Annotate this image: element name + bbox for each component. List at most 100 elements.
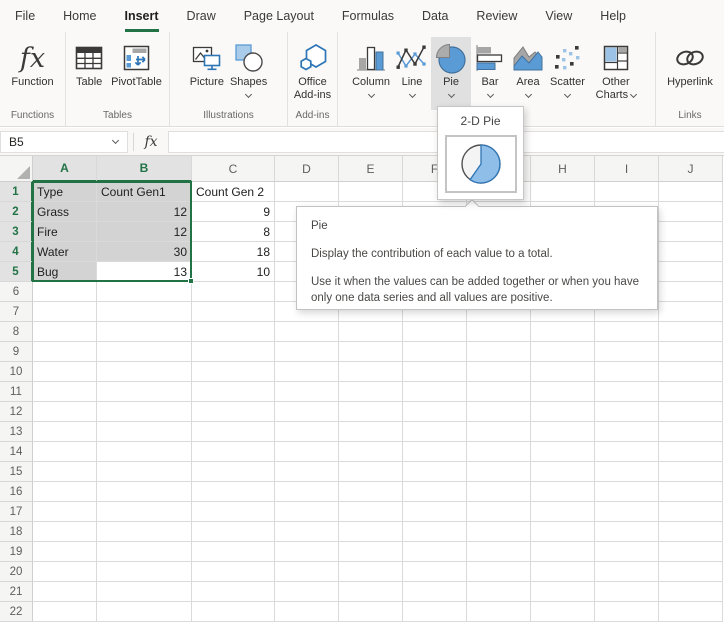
column-header-D[interactable]: D [275, 156, 339, 182]
row-header-10[interactable]: 10 [0, 362, 33, 382]
row-header-16[interactable]: 16 [0, 482, 33, 502]
cell-I21[interactable] [595, 582, 659, 602]
cell-G11[interactable] [467, 382, 531, 402]
cell-F17[interactable] [403, 502, 467, 522]
cell-H13[interactable] [531, 422, 595, 442]
cell-D20[interactable] [275, 562, 339, 582]
cell-D17[interactable] [275, 502, 339, 522]
cell-A8[interactable] [33, 322, 97, 342]
tab-insert[interactable]: Insert [125, 0, 159, 32]
cell-E21[interactable] [339, 582, 403, 602]
cell-F18[interactable] [403, 522, 467, 542]
cell-H14[interactable] [531, 442, 595, 462]
cell-B14[interactable] [97, 442, 192, 462]
row-header-8[interactable]: 8 [0, 322, 33, 342]
cell-C2[interactable]: 9 [192, 202, 275, 222]
cell-B9[interactable] [97, 342, 192, 362]
cell-B1[interactable]: Count Gen1 [97, 182, 192, 202]
cell-A17[interactable] [33, 502, 97, 522]
cell-J6[interactable] [659, 282, 723, 302]
cell-C1[interactable]: Count Gen 2 [192, 182, 275, 202]
cell-C12[interactable] [192, 402, 275, 422]
cell-C6[interactable] [192, 282, 275, 302]
cell-F10[interactable] [403, 362, 467, 382]
cell-E22[interactable] [339, 602, 403, 622]
cell-F20[interactable] [403, 562, 467, 582]
cell-D12[interactable] [275, 402, 339, 422]
column-chart-button[interactable]: Column [349, 37, 393, 98]
cell-H20[interactable] [531, 562, 595, 582]
cell-B15[interactable] [97, 462, 192, 482]
row-header-2[interactable]: 2 [0, 202, 33, 222]
cell-I8[interactable] [595, 322, 659, 342]
cell-F13[interactable] [403, 422, 467, 442]
shapes-button[interactable]: Shapes [227, 37, 270, 98]
cell-F14[interactable] [403, 442, 467, 462]
cell-J14[interactable] [659, 442, 723, 462]
cell-B7[interactable] [97, 302, 192, 322]
row-header-20[interactable]: 20 [0, 562, 33, 582]
row-header-11[interactable]: 11 [0, 382, 33, 402]
cell-C16[interactable] [192, 482, 275, 502]
cell-H8[interactable] [531, 322, 595, 342]
cell-B19[interactable] [97, 542, 192, 562]
cell-A13[interactable] [33, 422, 97, 442]
select-all-corner[interactable] [0, 156, 33, 182]
cell-D13[interactable] [275, 422, 339, 442]
cell-J21[interactable] [659, 582, 723, 602]
cell-J20[interactable] [659, 562, 723, 582]
cell-G19[interactable] [467, 542, 531, 562]
cell-C13[interactable] [192, 422, 275, 442]
cell-C21[interactable] [192, 582, 275, 602]
cell-J9[interactable] [659, 342, 723, 362]
cell-B13[interactable] [97, 422, 192, 442]
cell-J3[interactable] [659, 222, 723, 242]
cell-J16[interactable] [659, 482, 723, 502]
cell-I22[interactable] [595, 602, 659, 622]
cell-H1[interactable] [531, 182, 595, 202]
cell-J11[interactable] [659, 382, 723, 402]
cell-E19[interactable] [339, 542, 403, 562]
row-header-4[interactable]: 4 [0, 242, 33, 262]
cell-D16[interactable] [275, 482, 339, 502]
tab-draw[interactable]: Draw [187, 0, 216, 32]
cell-J4[interactable] [659, 242, 723, 262]
cell-A21[interactable] [33, 582, 97, 602]
cell-H22[interactable] [531, 602, 595, 622]
cell-A22[interactable] [33, 602, 97, 622]
cell-D15[interactable] [275, 462, 339, 482]
cell-H15[interactable] [531, 462, 595, 482]
cell-E17[interactable] [339, 502, 403, 522]
name-box[interactable]: B5 [0, 131, 128, 153]
cell-A3[interactable]: Fire [33, 222, 97, 242]
cell-B2[interactable]: 12 [97, 202, 192, 222]
cell-A14[interactable] [33, 442, 97, 462]
cell-G9[interactable] [467, 342, 531, 362]
cell-G22[interactable] [467, 602, 531, 622]
cell-J10[interactable] [659, 362, 723, 382]
column-header-J[interactable]: J [659, 156, 723, 182]
cell-G17[interactable] [467, 502, 531, 522]
cell-B8[interactable] [97, 322, 192, 342]
cell-G8[interactable] [467, 322, 531, 342]
cell-D18[interactable] [275, 522, 339, 542]
cell-J15[interactable] [659, 462, 723, 482]
cell-H17[interactable] [531, 502, 595, 522]
cell-A2[interactable]: Grass [33, 202, 97, 222]
cell-A18[interactable] [33, 522, 97, 542]
cell-B6[interactable] [97, 282, 192, 302]
cell-B21[interactable] [97, 582, 192, 602]
cell-C20[interactable] [192, 562, 275, 582]
cell-D22[interactable] [275, 602, 339, 622]
cell-B5[interactable]: 13 [97, 262, 192, 282]
other-charts-button[interactable]: Other Charts [588, 37, 644, 103]
cell-F21[interactable] [403, 582, 467, 602]
cell-C7[interactable] [192, 302, 275, 322]
cell-D21[interactable] [275, 582, 339, 602]
row-header-21[interactable]: 21 [0, 582, 33, 602]
column-header-I[interactable]: I [595, 156, 659, 182]
cell-F9[interactable] [403, 342, 467, 362]
cell-H9[interactable] [531, 342, 595, 362]
cell-D8[interactable] [275, 322, 339, 342]
picture-button[interactable]: Picture [187, 37, 227, 90]
